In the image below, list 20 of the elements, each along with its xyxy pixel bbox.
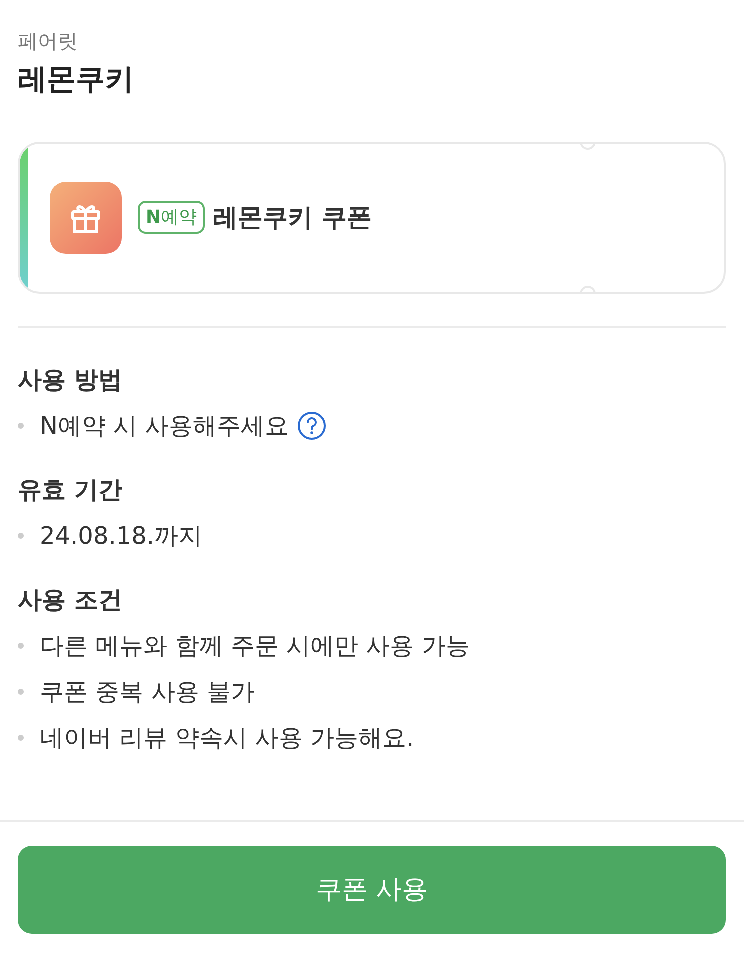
gift-icon [50,182,122,254]
bullet-icon [18,688,24,694]
use-coupon-button[interactable]: 쿠폰 사용 [18,846,726,934]
bullet-icon [18,734,24,740]
condition-text: 다른 메뉴와 함께 주문 시에만 사용 가능 [40,630,470,662]
help-icon[interactable] [297,410,328,440]
store-name: 페어릿 [18,28,79,55]
bullet-icon [18,422,24,428]
condition-text: N예약 시 사용해주세요 [40,410,290,442]
condition-text: 24.08.18.까지 [40,520,203,552]
section-title: 사용 방법 [18,364,124,396]
bullet-icon [18,532,24,538]
reservation-badge: N예약 [138,201,206,234]
condition-text: 네이버 리뷰 약속시 사용 가능해요. [40,722,414,754]
condition-text: 쿠폰 중복 사용 불가 [40,676,255,708]
coupon-title: 레몬쿠키 [18,61,135,98]
section-title: 사용 조건 [18,584,124,616]
section-title: 유효 기간 [18,474,124,506]
bullet-icon [18,642,24,648]
coupon-name: 레몬쿠키 쿠폰 [213,202,372,234]
